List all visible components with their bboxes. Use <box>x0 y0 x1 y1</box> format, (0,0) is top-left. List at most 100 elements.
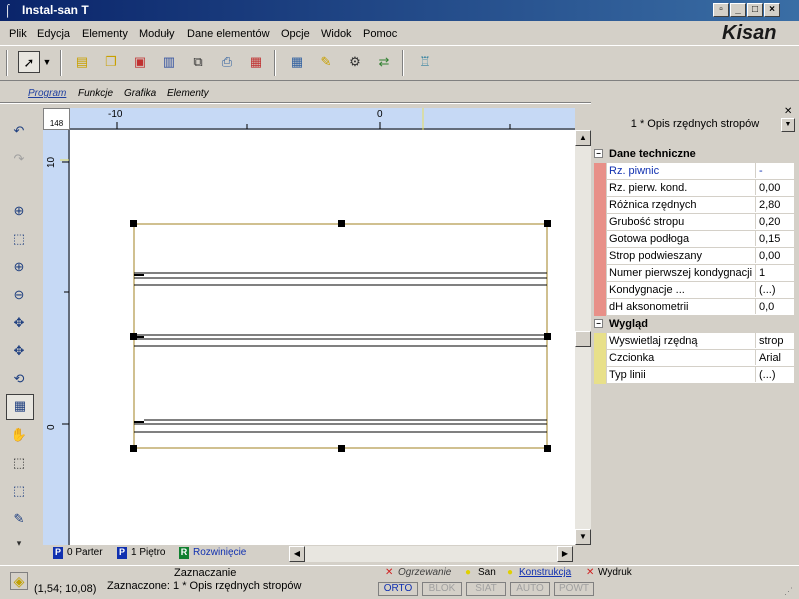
mode-auto[interactable]: AUTO <box>510 582 550 596</box>
sheet-tab-rozwiniecie[interactable]: Rozwinięcie <box>193 547 246 558</box>
module-tab-ogrzewanie[interactable]: Ogrzewanie <box>398 567 451 578</box>
hscroll-right-icon[interactable]: ▶ <box>557 546 573 562</box>
property-row[interactable]: Rz. pierw. kond. 0,00 <box>607 180 794 197</box>
property-row[interactable]: Różnica rzędnych 2,80 <box>607 197 794 214</box>
select-rect-icon[interactable]: ⬚ <box>8 452 30 474</box>
mode-orto[interactable]: ORTO <box>378 582 418 596</box>
property-value[interactable]: Arial <box>755 350 781 365</box>
save-icon[interactable]: ▥ <box>158 51 180 73</box>
drawing-canvas[interactable] <box>70 130 575 545</box>
menu-widok[interactable]: Widok <box>321 28 352 40</box>
snap-diamond-icon[interactable]: ◈ <box>10 572 28 590</box>
edit-data-icon[interactable]: ✎ <box>315 51 337 73</box>
pan-hand-icon[interactable]: ✋ <box>8 424 30 446</box>
minimize-button[interactable]: _ <box>730 3 746 17</box>
menu-elementy[interactable]: Elementy <box>82 28 128 40</box>
menu-moduly[interactable]: Moduły <box>139 28 174 40</box>
grid-view-icon[interactable]: ▦ <box>6 394 34 420</box>
pointer-icon[interactable]: ➚ <box>18 51 40 73</box>
sheet-badge-p0: P <box>53 547 63 559</box>
zoom-all-icon[interactable]: ✥ <box>8 312 30 334</box>
object-selector[interactable]: 1 * Opis rzędnych stropów <box>591 118 799 134</box>
property-row[interactable]: Gotowa podłoga 0,15 <box>607 231 794 248</box>
transfer-icon[interactable]: ⇄ <box>373 51 395 73</box>
property-value[interactable]: 0,00 <box>755 180 780 195</box>
maximize-button[interactable]: □ <box>747 3 763 17</box>
property-value[interactable]: (...) <box>755 282 776 297</box>
mode-powt[interactable]: POWT <box>554 582 594 596</box>
dropdown-arrow-icon[interactable]: ▼ <box>41 51 53 73</box>
sheet-tab-pietro[interactable]: 1 Piętro <box>131 547 165 558</box>
menu-opcje[interactable]: Opcje <box>281 28 310 40</box>
property-value[interactable]: 0,20 <box>755 214 780 229</box>
menu-edycja[interactable]: Edycja <box>37 28 70 40</box>
property-row[interactable]: Grubość stropu 0,20 <box>607 214 794 231</box>
collapse-icon[interactable]: − <box>594 319 603 328</box>
horizontal-scrollbar[interactable] <box>305 546 557 562</box>
selection-handles[interactable] <box>130 220 551 452</box>
property-row[interactable]: Strop podwieszany 0,00 <box>607 248 794 265</box>
module-tab-konstrukcja[interactable]: Konstrukcja <box>519 567 571 578</box>
property-value[interactable]: 2,80 <box>755 197 780 212</box>
collapse-icon[interactable]: − <box>594 149 603 158</box>
calculator-icon[interactable]: ▦ <box>286 51 308 73</box>
property-row[interactable]: Kondygnacje ... (...) <box>607 282 794 299</box>
more-arrow-icon[interactable]: ▾ <box>8 532 30 554</box>
property-row[interactable]: Numer pierwszej kondygnacji 1 <box>607 265 794 282</box>
property-value[interactable]: 0,15 <box>755 231 780 246</box>
mode-blok[interactable]: BLOK <box>422 582 462 596</box>
property-row[interactable]: Rz. piwnic - <box>607 163 794 180</box>
property-row[interactable]: Wyswietlaj rzędną strop <box>607 333 794 350</box>
zoom-plus-icon[interactable]: ⊕ <box>8 256 30 278</box>
category-label: Dane techniczne <box>609 148 696 160</box>
property-row[interactable]: dH aksonometrii 0,0 <box>607 299 794 316</box>
hscroll-left-icon[interactable]: ◀ <box>289 546 305 562</box>
property-value[interactable]: 0,00 <box>755 248 780 263</box>
mode-siat[interactable]: SIAT <box>466 582 506 596</box>
print-icon[interactable]: ⎙ <box>216 51 238 73</box>
menu-pomoc[interactable]: Pomoc <box>363 28 397 40</box>
property-value[interactable]: (...) <box>755 367 776 382</box>
open-icon[interactable]: ❐ <box>100 51 122 73</box>
tab-elementy[interactable]: Elementy <box>167 88 209 99</box>
zoom-in-icon[interactable]: ⊕ <box>8 200 30 222</box>
zoom-out-icon[interactable]: ⊖ <box>8 284 30 306</box>
scroll-up-icon[interactable]: ▲ <box>575 130 591 146</box>
zoom-previous-icon[interactable]: ⟲ <box>8 368 30 390</box>
module-tab-wydruk[interactable]: Wydruk <box>598 567 632 578</box>
module-tab-san[interactable]: San <box>478 567 496 578</box>
pane-close-icon[interactable]: ✕ <box>784 106 792 117</box>
undo-icon[interactable]: ↶ <box>8 120 30 142</box>
selector-dropdown-icon[interactable]: ▼ <box>781 118 795 132</box>
zoom-window-icon[interactable]: ⬚ <box>8 228 30 250</box>
category-wyglad[interactable]: − Wygląd <box>591 316 794 333</box>
tab-grafika[interactable]: Grafika <box>124 88 156 99</box>
settings-icon[interactable]: ⚙ <box>344 51 366 73</box>
pencil-icon[interactable]: ✎ <box>8 508 30 530</box>
redo-icon[interactable]: ↷ <box>8 148 30 170</box>
pipe-icon[interactable]: ♖ <box>414 51 436 73</box>
new-icon[interactable]: ▤ <box>71 51 93 73</box>
tab-funkcje[interactable]: Funkcje <box>78 88 113 99</box>
export-icon[interactable]: ▣ <box>129 51 151 73</box>
close-button[interactable]: × <box>764 3 780 17</box>
scroll-thumb[interactable] <box>575 331 591 347</box>
zoom-extents-icon[interactable]: ✥ <box>8 340 30 362</box>
property-value[interactable]: strop <box>755 333 783 348</box>
print-preview-icon[interactable]: ▦ <box>245 51 267 73</box>
property-value[interactable]: 0,0 <box>755 299 774 314</box>
property-row[interactable]: Typ linii (...) <box>607 367 794 384</box>
property-value[interactable]: 1 <box>755 265 765 280</box>
tab-program[interactable]: Program <box>28 88 66 99</box>
copy-icon[interactable]: ⧉ <box>187 51 209 73</box>
vertical-scrollbar[interactable]: ▲ ▼ <box>575 130 591 545</box>
menu-dane-elementow[interactable]: Dane elementów <box>187 28 270 40</box>
property-row[interactable]: Czcionka Arial <box>607 350 794 367</box>
property-value[interactable]: - <box>755 163 763 178</box>
restore-icon[interactable]: ▫ <box>713 3 729 17</box>
scroll-down-icon[interactable]: ▼ <box>575 529 591 545</box>
sheet-tab-parter[interactable]: 0 Parter <box>67 547 103 558</box>
menu-plik[interactable]: Plik <box>9 28 27 40</box>
select-query-icon[interactable]: ⬚ <box>8 480 30 502</box>
category-dane-techniczne[interactable]: − Dane techniczne <box>591 146 794 163</box>
